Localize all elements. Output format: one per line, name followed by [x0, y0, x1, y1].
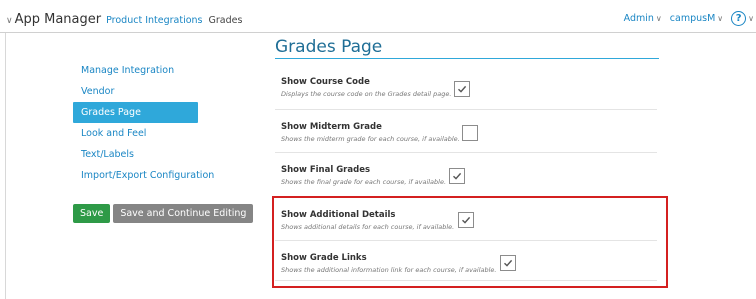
sidebar-nav: Manage Integration Vendor Grades Page Lo… — [73, 60, 214, 186]
checkmark-icon — [453, 172, 462, 180]
tenant-menu[interactable]: campusM ∨ — [670, 13, 723, 24]
breadcrumb-product-integrations[interactable]: Product Integrations — [106, 15, 202, 26]
divider — [275, 109, 657, 110]
title-divider — [275, 58, 659, 59]
top-right-menus: Admin ∨ campusM ∨ ? ∨ — [624, 11, 754, 26]
sidebar-item-vendor[interactable]: Vendor — [73, 81, 198, 102]
tenant-menu-label: campusM — [669, 13, 716, 24]
top-bar: ∨ App Manager Product Integrations Grade… — [0, 0, 756, 33]
chevron-down-icon[interactable]: ∨ — [6, 16, 13, 26]
save-and-continue-button[interactable]: Save and Continue Editing — [113, 204, 254, 223]
breadcrumb: ∨ App Manager Product Integrations Grade… — [6, 12, 242, 27]
chevron-down-icon: ∨ — [717, 14, 724, 23]
chevron-down-icon: ∨ — [655, 14, 662, 23]
save-button[interactable]: Save — [73, 204, 111, 223]
divider — [275, 152, 657, 153]
setting-show-final-grades: Show Final Grades Shows the final grade … — [281, 165, 661, 186]
sidebar-item-look-and-feel[interactable]: Look and Feel — [73, 123, 198, 144]
sidebar-item-import-export[interactable]: Import/Export Configuration — [73, 165, 214, 186]
sidebar-item-grades-page[interactable]: Grades Page — [73, 102, 198, 123]
setting-description: Displays the course code on the Grades d… — [281, 90, 452, 98]
show-course-code-checkbox[interactable] — [454, 81, 470, 97]
sidebar-item-text-labels[interactable]: Text/Labels — [73, 144, 198, 165]
page-title: Grades Page — [275, 37, 383, 57]
chevron-down-icon: ∨ — [748, 14, 754, 23]
setting-description: Shows the final grade for each course, i… — [281, 178, 447, 186]
checkmark-icon — [458, 85, 467, 93]
user-menu[interactable]: Admin ∨ — [624, 13, 662, 24]
help-circle-icon: ? — [731, 11, 747, 26]
show-final-grades-checkbox[interactable] — [449, 168, 465, 184]
help-menu[interactable]: ? ∨ — [731, 11, 754, 26]
highlight-annotation-box — [272, 196, 668, 288]
sidebar-item-manage-integration[interactable]: Manage Integration — [73, 60, 198, 81]
frame-divider — [5, 33, 6, 299]
show-midterm-grade-checkbox[interactable] — [462, 125, 478, 141]
form-actions: Save Save and Continue Editing — [73, 204, 254, 223]
setting-show-midterm-grade: Show Midterm Grade Shows the midterm gra… — [281, 122, 661, 143]
setting-show-course-code: Show Course Code Displays the course cod… — [281, 77, 661, 98]
user-menu-label: Admin — [623, 13, 654, 24]
app-title[interactable]: App Manager — [15, 12, 102, 27]
setting-label: Show Final Grades — [281, 165, 371, 175]
setting-label: Show Course Code — [281, 77, 370, 87]
breadcrumb-current: Grades — [208, 15, 243, 26]
